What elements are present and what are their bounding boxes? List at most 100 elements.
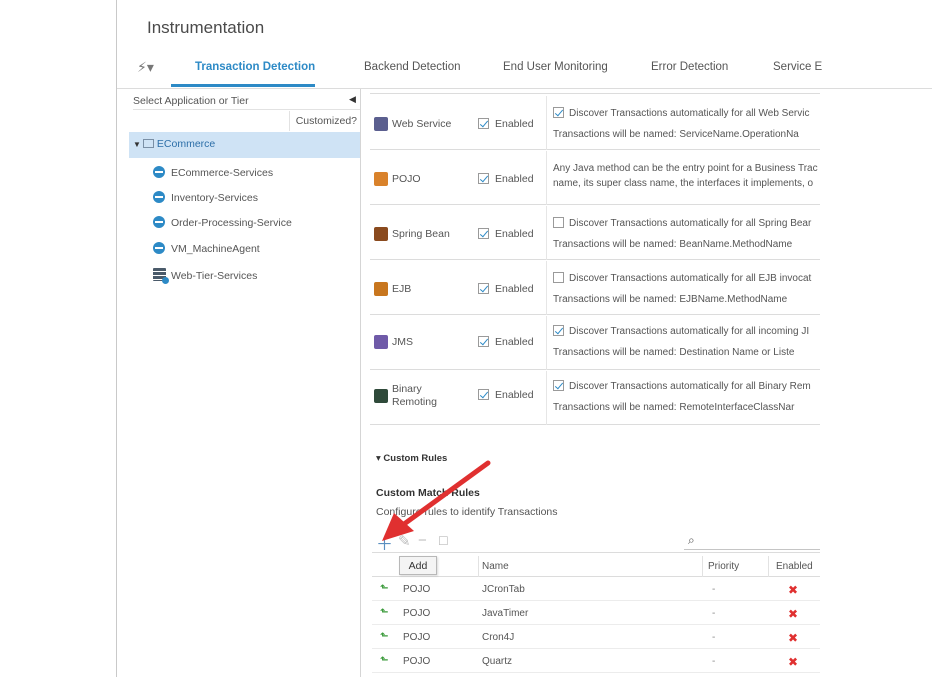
divider: [133, 109, 360, 110]
table-row[interactable]: ⬑ POJO JavaTimer - ✖: [372, 602, 820, 625]
pojo-rule-icon: ⬑: [380, 631, 389, 642]
auto-discover-description: Discover Transactions automatically for …: [553, 271, 820, 307]
disabled-x-icon: ✖: [788, 631, 799, 645]
tree-item-web-tier-services[interactable]: Web-Tier-Services: [153, 268, 258, 284]
column-divider: [546, 96, 547, 150]
enabled-checkbox[interactable]: [478, 228, 489, 239]
panel-splitter[interactable]: [360, 89, 361, 677]
enabled-label: Enabled: [495, 118, 534, 130]
collapse-panel-icon[interactable]: ◀: [349, 94, 356, 105]
detection-row-spring-bean: Spring Bean Enabled Discover Transaction…: [370, 206, 820, 260]
naming-description: Transactions will be named: BeanName.Met…: [553, 239, 793, 250]
binary-remoting-icon: [374, 389, 388, 403]
jms-icon: [374, 335, 388, 349]
enabled-checkbox[interactable]: [478, 118, 489, 129]
entry-point-name: POJO: [392, 173, 421, 185]
rule-name: JCronTab: [482, 584, 525, 595]
auto-discover-checkbox[interactable]: [553, 107, 564, 118]
tab-end-user-monitoring[interactable]: End User Monitoring: [503, 61, 608, 73]
rule-priority: -: [712, 656, 716, 667]
tree-root-ecommerce[interactable]: ▼ ECommerce: [129, 132, 360, 158]
pojo-rule-icon: ⬑: [380, 583, 389, 594]
auto-discover-checkbox[interactable]: [553, 325, 564, 336]
tree-item-order-processing-service[interactable]: Order-Processing-Service: [153, 216, 292, 229]
rules-search-input[interactable]: ⌕: [684, 533, 820, 550]
column-header-enabled[interactable]: Enabled: [776, 561, 813, 572]
select-app-tier-label: Select Application or Tier: [133, 95, 249, 107]
column-divider: [768, 556, 769, 577]
lightning-dropdown-icon[interactable]: ⚡▾: [137, 59, 154, 76]
enabled-toggle[interactable]: Enabled: [478, 228, 534, 240]
enabled-toggle[interactable]: Enabled: [478, 389, 534, 401]
enabled-checkbox[interactable]: [478, 283, 489, 294]
entry-point-name: Spring Bean: [392, 228, 450, 240]
description-line: Discover Transactions automatically for …: [569, 381, 811, 392]
enabled-toggle[interactable]: Enabled: [478, 336, 534, 348]
rule-type: POJO: [403, 608, 431, 619]
description-line: Discover Transactions automatically for …: [569, 108, 810, 119]
enabled-label: Enabled: [495, 173, 534, 185]
rule-priority: -: [712, 632, 716, 643]
rules-table-header: Name Priority Enabled: [372, 556, 820, 577]
tab-transaction-detection[interactable]: Transaction Detection: [195, 61, 315, 73]
java-node-icon: [153, 216, 165, 228]
tree-item-label: Order-Processing-Service: [171, 217, 292, 229]
enabled-toggle[interactable]: Enabled: [478, 283, 534, 295]
tab-service-endpoints[interactable]: Service E: [773, 61, 822, 73]
rule-priority: -: [712, 584, 716, 595]
enabled-checkbox[interactable]: [478, 336, 489, 347]
java-node-icon: [153, 191, 165, 203]
description-line: Discover Transactions automatically for …: [569, 218, 812, 229]
table-row[interactable]: ⬑ POJO Quartz - ✖: [372, 650, 820, 673]
enabled-toggle[interactable]: Enabled: [478, 173, 534, 185]
entry-point-name: JMS: [392, 336, 413, 348]
table-row[interactable]: ⬑ POJO Cron4J - ✖: [372, 626, 820, 649]
disabled-x-icon: ✖: [788, 607, 799, 621]
column-divider: [702, 556, 703, 577]
tree-item-vm-machineagent[interactable]: VM_MachineAgent: [153, 242, 260, 255]
enabled-checkbox[interactable]: [478, 389, 489, 400]
naming-description: Transactions will be named: ServiceName.…: [553, 129, 799, 140]
column-header-priority[interactable]: Priority: [708, 561, 739, 572]
customized-column-header: Customized?: [289, 111, 360, 131]
auto-discover-checkbox[interactable]: [553, 272, 564, 283]
detection-row-web-service: Web Service Enabled Discover Transaction…: [370, 96, 820, 150]
auto-discover-checkbox[interactable]: [553, 380, 564, 391]
search-icon: ⌕: [688, 533, 695, 547]
ejb-icon: [374, 282, 388, 296]
name-line: Remoting: [392, 396, 437, 408]
auto-discover-checkbox[interactable]: [553, 217, 564, 228]
description-line: name, its super class name, the interfac…: [553, 178, 814, 189]
naming-description: Transactions will be named: Destination …: [553, 347, 795, 358]
column-header-name[interactable]: Name: [482, 561, 509, 572]
tree-item-ecommerce-services[interactable]: ECommerce-Services: [153, 166, 273, 179]
name-line: Binary: [392, 383, 422, 395]
expand-caret-icon[interactable]: ▼: [133, 140, 141, 149]
auto-discover-description: Discover Transactions automatically for …: [553, 216, 820, 252]
java-node-icon: [153, 166, 165, 178]
detection-row-jms: JMS Enabled Discover Transactions automa…: [370, 316, 820, 370]
table-row[interactable]: ⬑ POJO JCronTab - ✖: [372, 578, 820, 601]
description-line: Discover Transactions automatically for …: [569, 273, 812, 284]
rule-type: POJO: [403, 584, 431, 595]
active-tab-indicator: [171, 84, 315, 87]
tree-root-label: ECommerce: [156, 138, 216, 150]
page-title: Instrumentation: [147, 18, 265, 37]
entry-point-name: EJB: [392, 283, 412, 295]
tree-item-label: Web-Tier-Services: [171, 270, 258, 282]
disabled-x-icon: ✖: [788, 583, 799, 597]
detection-row-pojo: POJO Enabled Any Java method can be the …: [370, 151, 820, 205]
web-service-icon: [374, 117, 388, 131]
column-divider: [546, 371, 547, 425]
pojo-description: Any Java method can be the entry point f…: [553, 161, 820, 191]
enabled-label: Enabled: [495, 228, 534, 240]
enabled-toggle[interactable]: Enabled: [478, 118, 534, 130]
tree-item-inventory-services[interactable]: Inventory-Services: [153, 191, 258, 204]
enabled-checkbox[interactable]: [478, 173, 489, 184]
rule-name: JavaTimer: [482, 608, 529, 619]
web-server-icon: [153, 268, 169, 284]
tab-bar: ⚡▾ Transaction Detection Backend Detecti…: [117, 52, 932, 88]
enabled-label: Enabled: [495, 389, 534, 401]
tab-backend-detection[interactable]: Backend Detection: [364, 61, 461, 73]
tab-error-detection[interactable]: Error Detection: [651, 61, 728, 73]
